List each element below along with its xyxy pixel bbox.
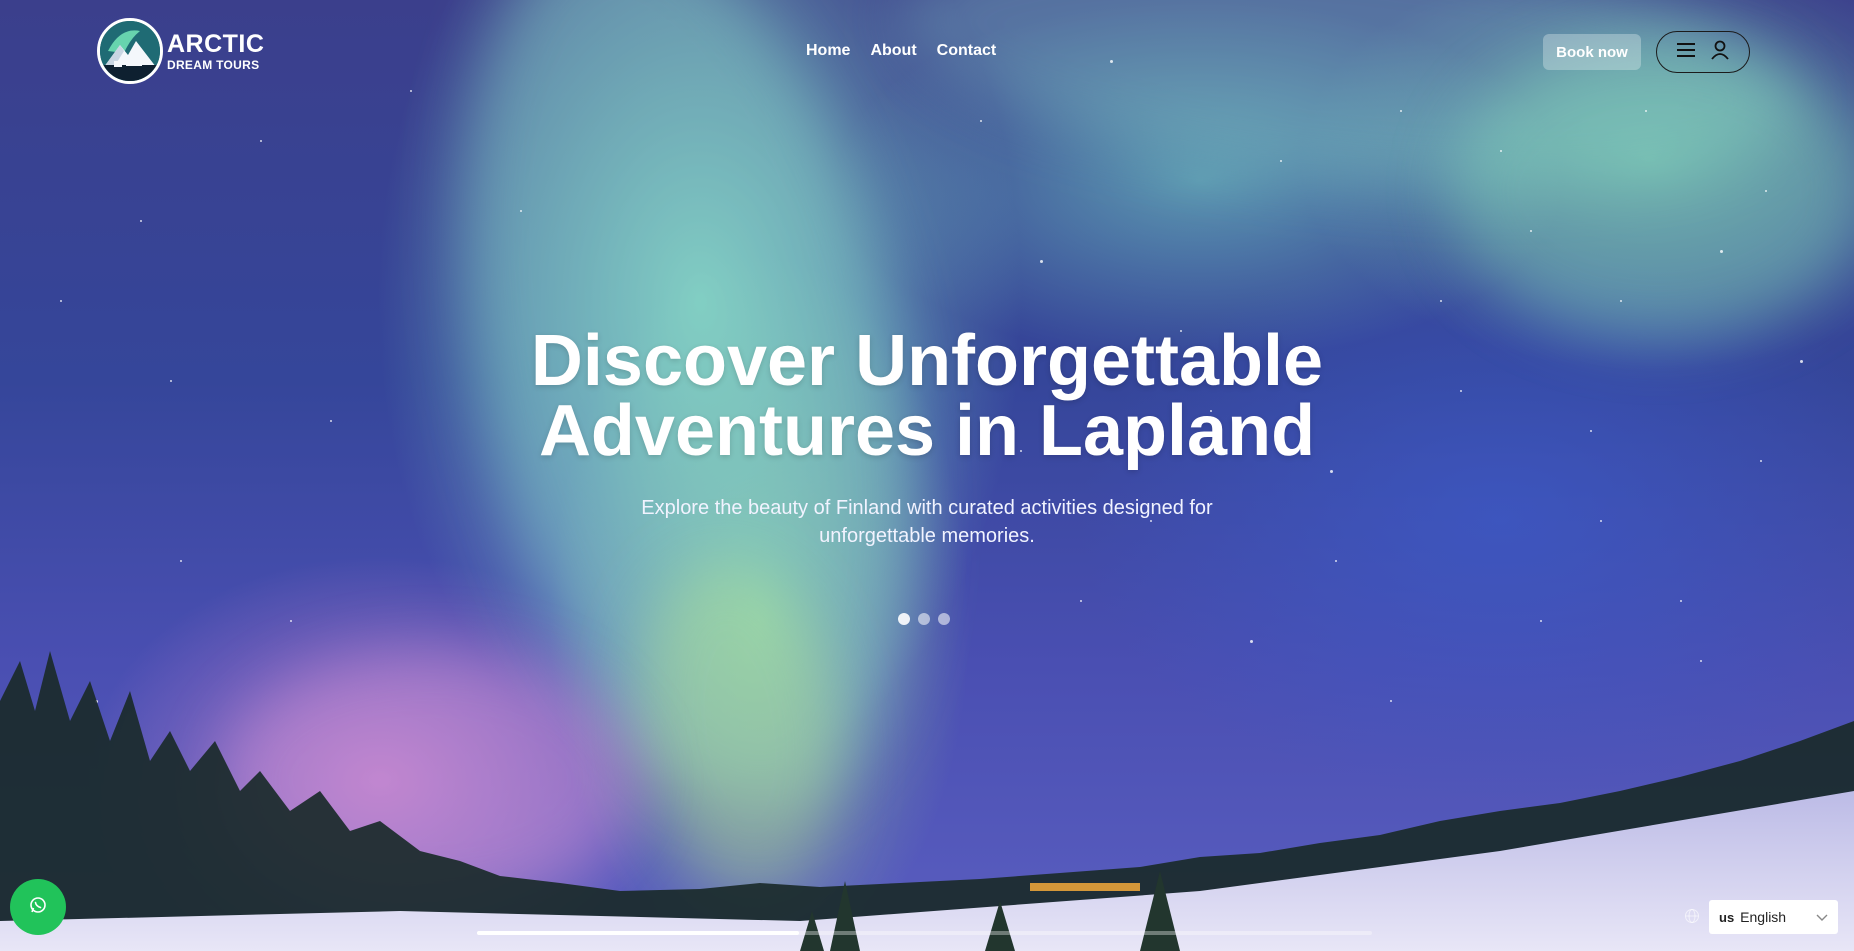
hamburger-icon	[1676, 42, 1696, 63]
hero-background	[0, 0, 1854, 951]
star	[180, 560, 182, 562]
slider-dot-1[interactable]	[898, 613, 910, 625]
site-header: ARCTIC DREAM TOURS Home About Contact Bo…	[0, 0, 1854, 104]
star	[520, 210, 522, 212]
main-nav: Home About Contact	[806, 42, 996, 60]
star	[260, 140, 262, 142]
hero-subtitle-line-2: unforgettable memories.	[819, 525, 1035, 547]
brand-title: ARCTIC	[167, 29, 265, 58]
brand-subtitle: DREAM TOURS	[167, 57, 260, 72]
nav-contact[interactable]: Contact	[937, 42, 997, 60]
hero-title: Discover Unforgettable Adventures in Lap…	[0, 321, 1854, 471]
language-label: English	[1740, 909, 1787, 925]
slide-progress-fill	[477, 931, 800, 935]
brand-wordmark: ARCTIC DREAM TOURS	[167, 29, 265, 72]
slider-dot-2[interactable]	[918, 613, 930, 625]
book-now-button[interactable]: Book now	[1543, 34, 1641, 70]
star	[1765, 190, 1767, 192]
whatsapp-chat-button[interactable]	[10, 879, 66, 935]
star	[1400, 110, 1402, 112]
brand-logo[interactable]: ARCTIC DREAM TOURS	[97, 18, 264, 84]
star	[980, 120, 982, 122]
star	[1280, 160, 1282, 162]
nav-about[interactable]: About	[870, 42, 916, 60]
hero-title-line-1: Discover Unforgettable	[530, 321, 1324, 401]
star	[1620, 300, 1622, 302]
language-select[interactable]: us English	[1709, 900, 1838, 934]
language-code: us	[1719, 909, 1735, 925]
slider-dots	[898, 613, 950, 625]
whatsapp-icon	[29, 896, 47, 919]
star	[1040, 260, 1043, 263]
account-menu-button[interactable]	[1656, 31, 1750, 73]
star	[1500, 150, 1502, 152]
hero-title-line-2: Adventures in Lapland	[538, 391, 1316, 471]
star	[1335, 560, 1337, 562]
user-icon	[1710, 40, 1730, 65]
star	[1330, 470, 1333, 473]
forest-treeline	[0, 651, 1854, 951]
mountain-logo-icon	[97, 18, 163, 84]
star	[140, 220, 142, 222]
star	[1645, 110, 1647, 112]
star	[60, 300, 62, 302]
slide-progress-bar	[477, 931, 1372, 935]
chevron-down-icon	[1816, 909, 1828, 925]
hero-subtitle: Explore the beauty of Finland with curat…	[0, 494, 1854, 550]
star	[1440, 300, 1442, 302]
star	[1530, 230, 1532, 232]
star	[1680, 600, 1682, 602]
globe-icon	[1684, 908, 1700, 924]
nav-home[interactable]: Home	[806, 42, 850, 60]
hero-subtitle-line-1: Explore the beauty of Finland with curat…	[641, 497, 1213, 519]
star	[1720, 250, 1723, 253]
slider-dot-3[interactable]	[938, 613, 950, 625]
star	[1080, 600, 1082, 602]
